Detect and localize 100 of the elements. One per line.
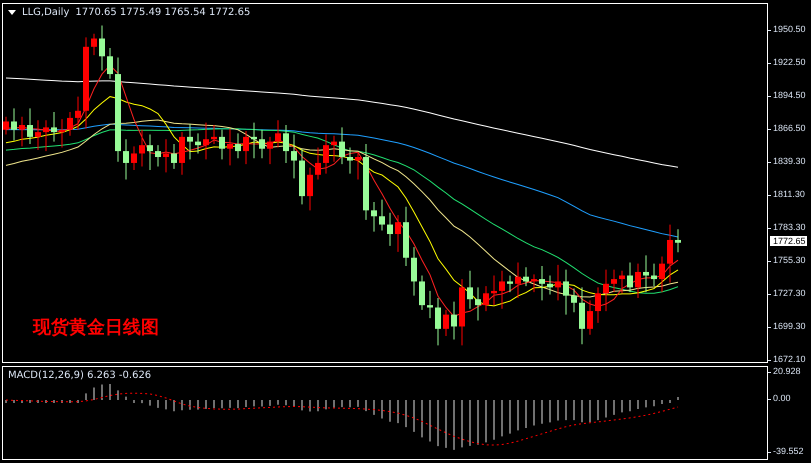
candlestick — [443, 309, 449, 336]
price-axis-label: 1866.50 — [768, 123, 806, 133]
price-axis-label: 1894.50 — [768, 90, 806, 100]
candlestick — [315, 147, 321, 180]
candlestick — [667, 224, 673, 284]
candlestick — [571, 288, 577, 313]
candlestick — [467, 270, 473, 310]
candlestick — [435, 298, 441, 346]
candlestick — [603, 269, 609, 312]
price-axis-label: 1755.30 — [768, 255, 806, 265]
candlestick — [243, 130, 249, 165]
candlestick — [491, 275, 497, 306]
candlestick — [387, 212, 393, 246]
candlestick — [267, 136, 273, 165]
candlestick — [635, 263, 641, 299]
candlestick — [299, 148, 305, 205]
candlestick — [123, 138, 129, 180]
candlestick — [227, 128, 233, 166]
candlestick — [219, 129, 225, 160]
candlestick — [451, 301, 457, 340]
price-axis-label: 1672.10 — [768, 354, 806, 364]
candlestick — [459, 278, 465, 346]
candlestick — [539, 266, 545, 301]
price-axis-label: 1839.30 — [768, 156, 806, 166]
candlestick — [35, 120, 41, 150]
candlestick — [619, 270, 625, 294]
candlestick — [187, 123, 193, 160]
candlestick — [331, 135, 337, 162]
candlestick — [147, 134, 153, 171]
candlestick — [355, 152, 361, 180]
candlestick — [523, 266, 529, 287]
candlestick — [507, 275, 513, 293]
price-axis-label: 1950.50 — [768, 24, 806, 34]
current-price-label: 1772.65 — [770, 236, 807, 246]
candlestick — [395, 214, 401, 252]
price-axis-label: 1727.30 — [768, 288, 806, 298]
candlestick — [483, 286, 489, 312]
candlestick — [555, 264, 561, 301]
candlestick — [259, 129, 265, 159]
candlestick — [419, 275, 425, 310]
candlestick — [611, 269, 617, 293]
candlestick — [403, 206, 409, 267]
dropdown-triangle-icon[interactable] — [8, 10, 16, 15]
candlestick — [595, 286, 601, 324]
candlestick — [323, 134, 329, 174]
price-axis-label: 1783.30 — [768, 222, 806, 232]
candlestick — [75, 96, 81, 130]
candlestick — [475, 286, 481, 322]
candlestick — [131, 146, 137, 171]
candlestick — [179, 132, 185, 176]
price-axis-label: 1922.50 — [768, 57, 806, 67]
candlestick — [339, 126, 345, 165]
symbol-label: LLG,Daily — [22, 7, 70, 18]
candlestick — [51, 112, 57, 142]
candlestick — [59, 118, 65, 148]
candlestick — [27, 108, 33, 144]
macd-label: MACD(12,26,9) 6.263 -0.626 — [8, 370, 152, 381]
candlestick — [91, 33, 97, 56]
candlestick — [107, 48, 113, 80]
candlestick — [251, 122, 257, 159]
candlestick — [203, 122, 209, 160]
macd-axis-label: -39.552 — [768, 446, 804, 456]
candlestick — [371, 202, 377, 232]
candlestick — [643, 254, 649, 293]
candlestick — [427, 290, 433, 319]
candlestick — [547, 275, 553, 295]
candlestick — [19, 116, 25, 147]
candlestick — [579, 286, 585, 345]
candlestick — [171, 143, 177, 170]
candlestick — [627, 262, 633, 293]
candlestick — [531, 274, 537, 293]
candlestick — [411, 246, 417, 296]
candlestick — [291, 134, 297, 179]
candlestick — [235, 132, 241, 159]
candlestick — [307, 167, 313, 211]
candlestick — [379, 199, 385, 231]
candlestick — [347, 147, 353, 174]
candlestick — [275, 120, 281, 148]
candlestick — [563, 269, 569, 316]
candlestick — [587, 300, 593, 336]
candlestick — [283, 124, 289, 164]
candlestick — [139, 129, 145, 167]
chart-caption: 现货黄金日线图 — [33, 316, 159, 339]
ohlc-values: 1770.65 1775.49 1765.54 1772.65 — [75, 7, 250, 18]
candlestick — [67, 112, 73, 136]
candlestick — [651, 263, 657, 287]
candlestick — [99, 24, 105, 71]
macd-axis-label: 20.928 — [768, 366, 801, 376]
candlestick — [675, 228, 681, 253]
candlestick — [43, 120, 49, 152]
candlestick — [3, 116, 9, 135]
price-axis-label: 1699.30 — [768, 321, 806, 331]
macd-axis-label: 0.00 — [768, 393, 791, 403]
candlestick — [195, 132, 201, 154]
candlestick — [155, 144, 161, 167]
candlestick — [515, 262, 521, 299]
candlestick — [163, 138, 169, 173]
candlestick — [11, 108, 17, 141]
price-axis-label: 1811.30 — [768, 189, 805, 199]
candlestick — [659, 256, 665, 293]
